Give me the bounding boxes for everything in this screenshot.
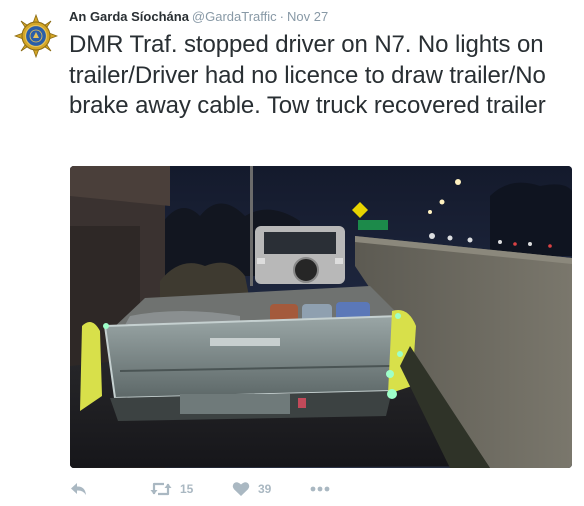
like-count: 39	[258, 482, 272, 496]
reply-icon	[70, 481, 88, 497]
reply-button[interactable]	[70, 478, 88, 500]
more-icon	[310, 486, 330, 492]
retweet-icon	[150, 481, 172, 497]
garda-badge-icon[interactable]	[13, 13, 59, 59]
author-name[interactable]: An Garda Síochána	[69, 9, 189, 24]
like-button[interactable]: 39	[232, 478, 271, 500]
tweet-text: DMR Traf. stopped driver on N7. No light…	[69, 31, 546, 119]
tweet: An Garda Síochána @GardaTraffic · Nov 27 DM…	[0, 0, 584, 506]
separator-dot: ·	[279, 9, 284, 24]
tweet-photo[interactable]	[70, 166, 572, 468]
more-button[interactable]	[310, 478, 330, 500]
tweet-timestamp[interactable]: Nov 27	[287, 9, 328, 24]
author-handle[interactable]: @GardaTraffic	[192, 9, 277, 24]
heart-icon	[232, 481, 250, 497]
retweet-button[interactable]: 15	[150, 478, 193, 500]
tweet-actions: 15 39	[70, 478, 370, 500]
tweet-header: An Garda Síochána @GardaTraffic · Nov 27	[69, 8, 328, 26]
retweet-count: 15	[180, 482, 194, 496]
